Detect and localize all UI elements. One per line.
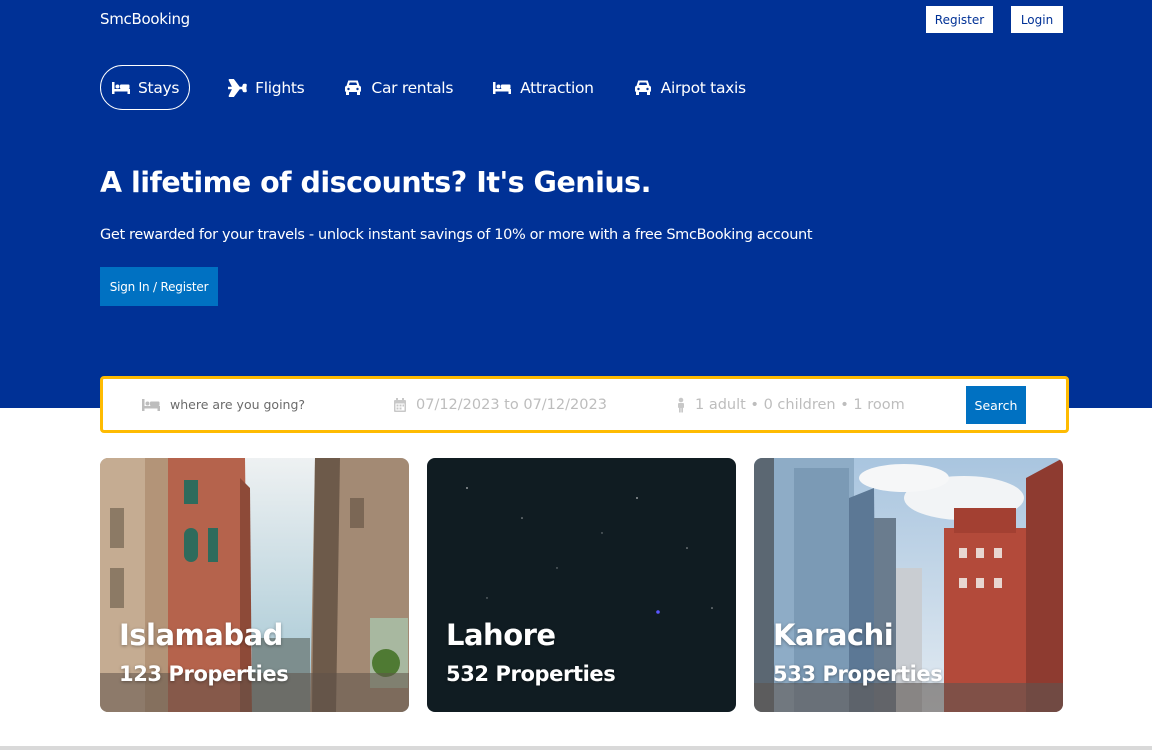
car-icon: [632, 80, 654, 96]
city-name: Islamabad: [119, 618, 283, 652]
bed-icon: [491, 80, 513, 96]
city-card-islamabad[interactable]: Islamabad 123 Properties: [100, 458, 409, 712]
nav-item-car-rentals[interactable]: Car rentals: [342, 65, 453, 110]
nav-item-stays[interactable]: Stays: [100, 65, 191, 110]
sign-in-register-button[interactable]: Sign In / Register: [100, 267, 218, 306]
hero-title: A lifetime of discounts? It's Genius.: [100, 166, 651, 199]
nav-item-attraction[interactable]: Attraction: [491, 65, 594, 110]
nav-item-flights[interactable]: Flights: [226, 65, 305, 110]
category-nav: Stays Flights Car rentals Attraction Air…: [100, 65, 784, 110]
nav-item-airport-taxis[interactable]: Airpot taxis: [632, 65, 746, 110]
nav-item-label: Car rentals: [371, 78, 454, 97]
nav-item-label: Airpot taxis: [660, 78, 746, 97]
guests-field[interactable]: 1 adult • 0 children • 1 room: [676, 379, 905, 430]
brand-logo[interactable]: SmcBooking: [100, 10, 190, 28]
search-button[interactable]: Search: [966, 386, 1026, 424]
date-range-text: 07/12/2023 to 07/12/2023: [416, 396, 607, 413]
search-bar: 07/12/2023 to 07/12/2023 1 adult • 0 chi…: [100, 376, 1069, 433]
city-name: Karachi: [773, 618, 894, 652]
bed-icon: [110, 80, 132, 96]
plane-icon: [226, 78, 248, 97]
city-name: Lahore: [446, 618, 556, 652]
bed-icon: [141, 398, 161, 412]
calendar-icon: [393, 397, 407, 413]
date-range-field[interactable]: 07/12/2023 to 07/12/2023: [393, 379, 607, 430]
city-properties-count: 532 Properties: [446, 662, 616, 686]
destination-input[interactable]: [170, 397, 360, 412]
city-card-karachi[interactable]: Karachi 533 Properties: [754, 458, 1063, 712]
car-icon: [342, 80, 364, 96]
page-divider: [0, 746, 1152, 750]
nav-item-label: Stays: [138, 78, 180, 97]
destination-field[interactable]: [141, 379, 360, 430]
hero-banner: [0, 0, 1152, 408]
login-button[interactable]: Login: [1011, 6, 1063, 33]
city-properties-count: 533 Properties: [773, 662, 943, 686]
city-card-lahore[interactable]: Lahore 532 Properties: [427, 458, 736, 712]
person-icon: [676, 397, 686, 413]
guests-text: 1 adult • 0 children • 1 room: [695, 396, 905, 413]
nav-item-label: Flights: [255, 78, 305, 97]
city-properties-count: 123 Properties: [119, 662, 289, 686]
hero-subtitle: Get rewarded for your travels - unlock i…: [100, 227, 813, 243]
register-button[interactable]: Register: [926, 6, 993, 33]
nav-item-label: Attraction: [520, 78, 594, 97]
